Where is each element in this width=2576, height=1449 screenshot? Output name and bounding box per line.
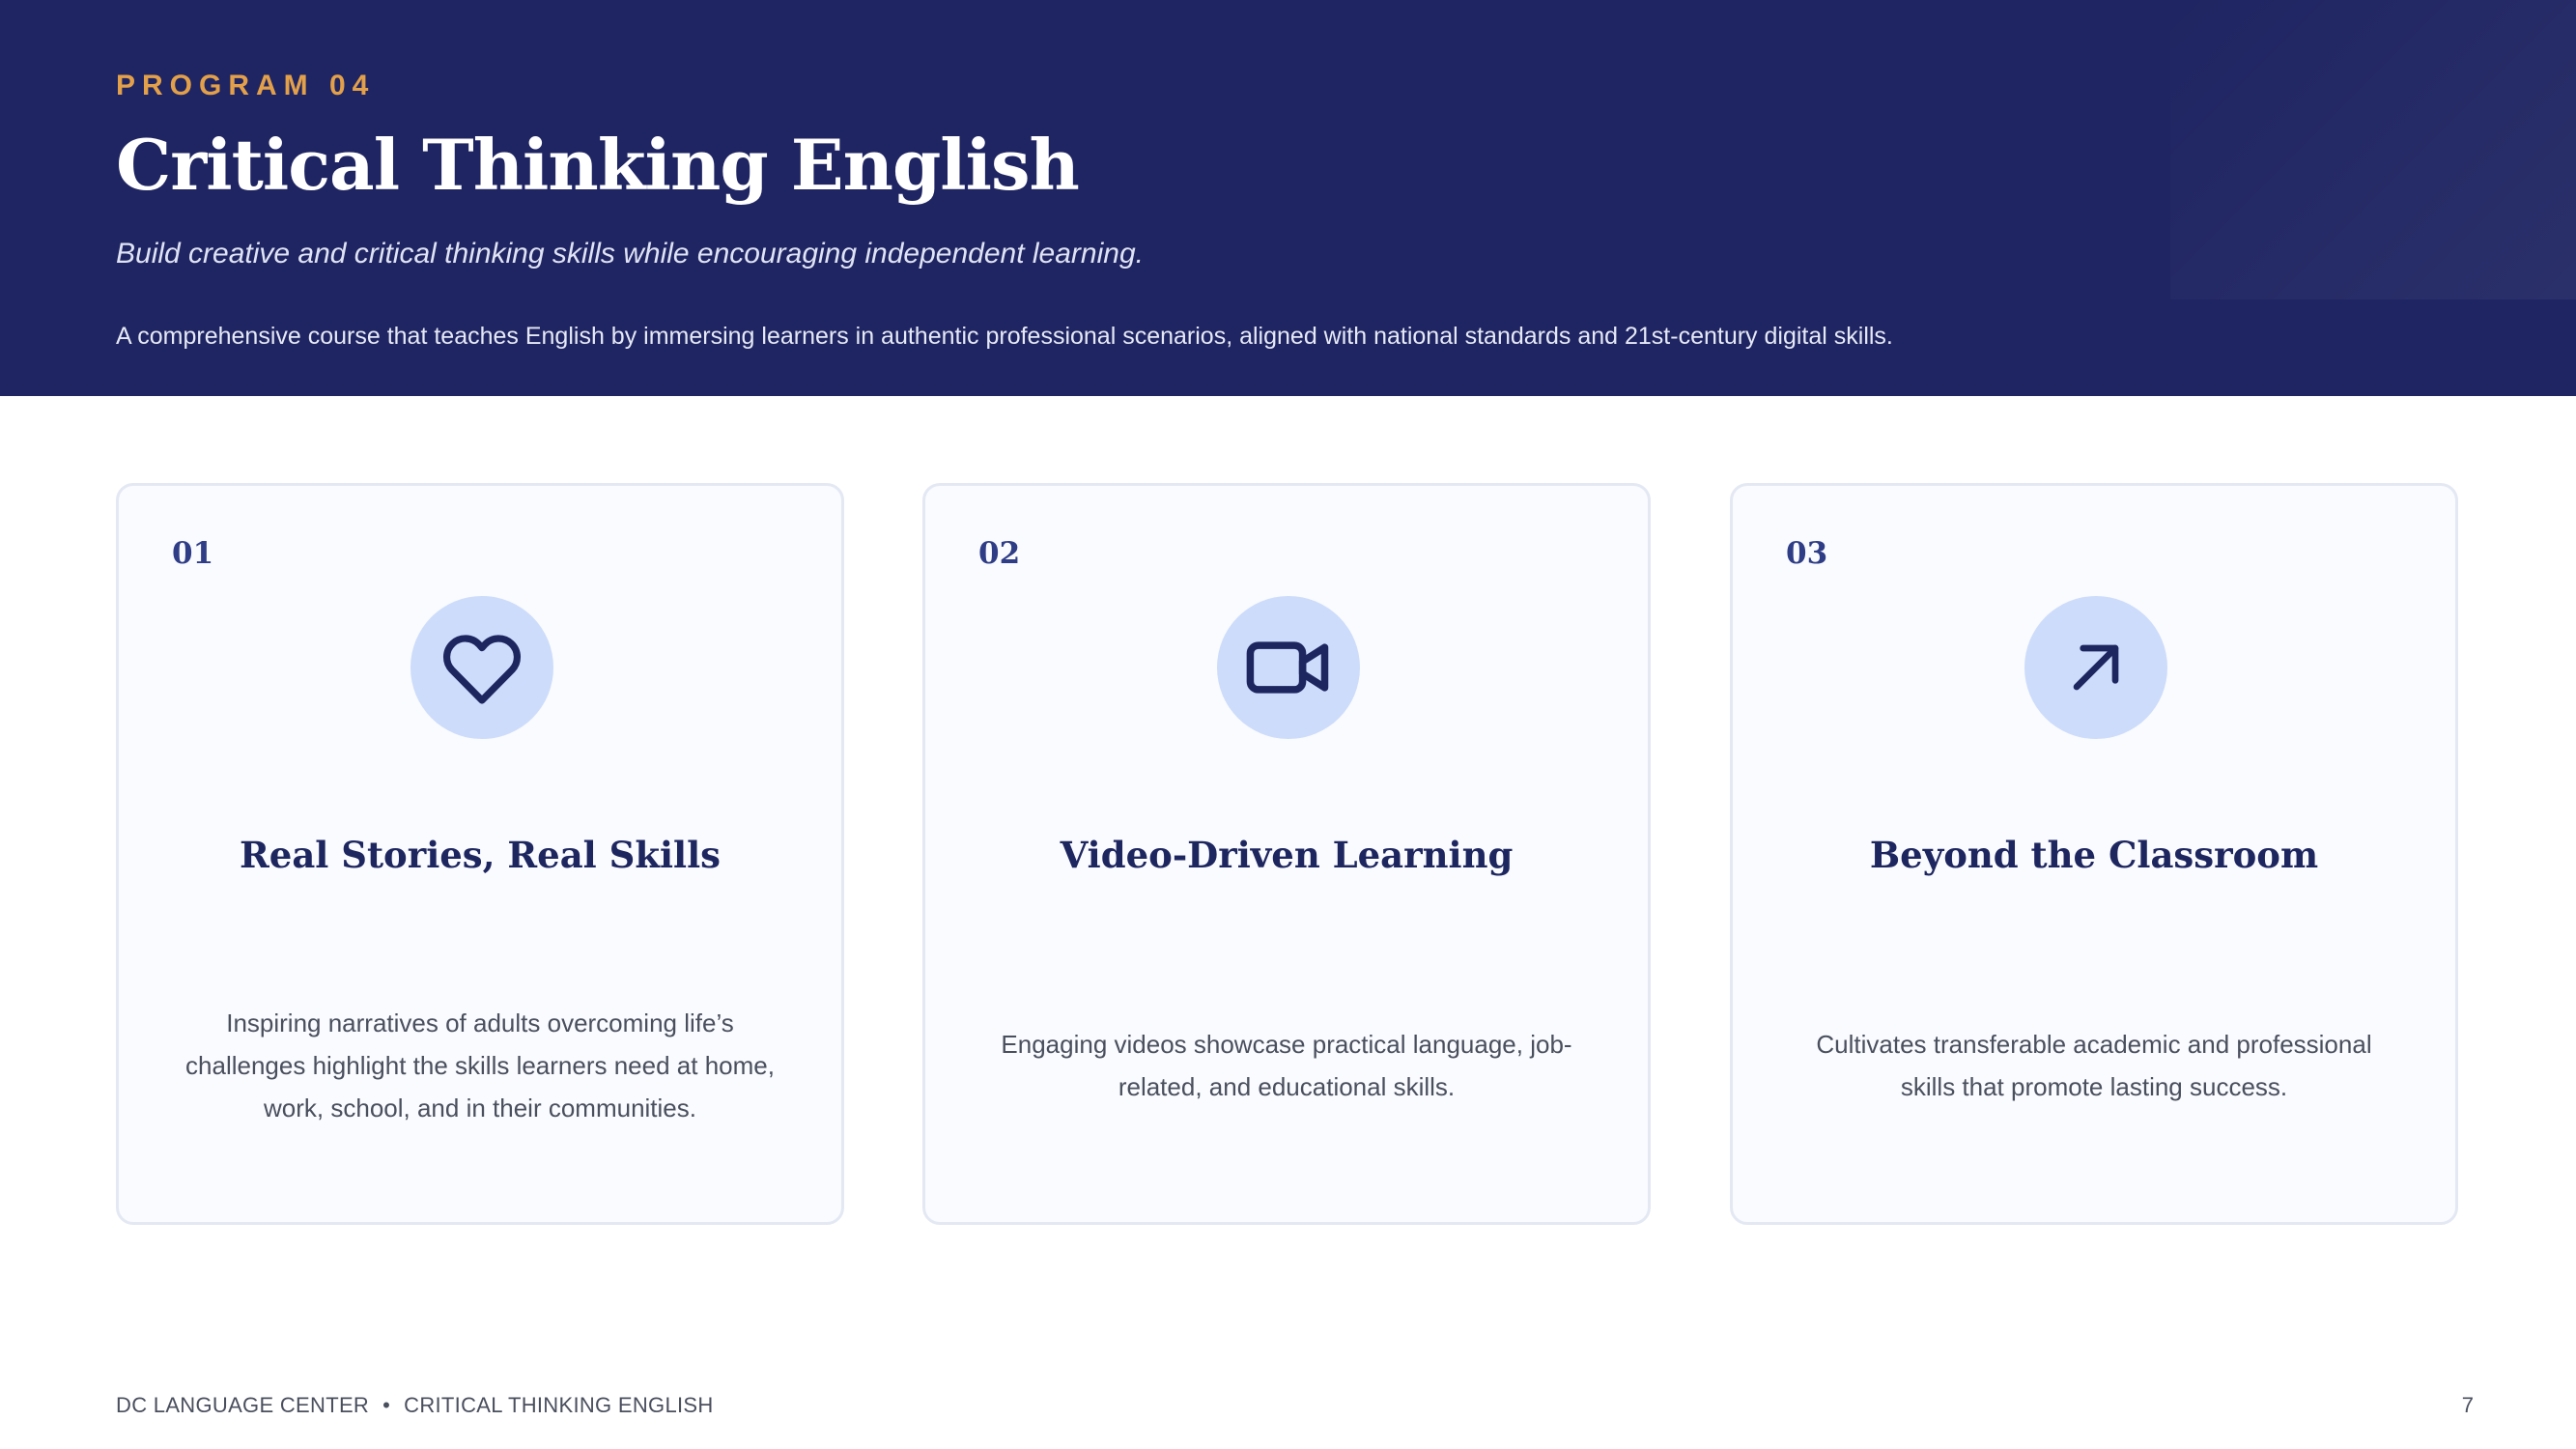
footer-breadcrumb: DC LANGUAGE CENTER • CRITICAL THINKING ENG… [116, 1393, 714, 1418]
icon-circle [1217, 596, 1360, 739]
card-title: Beyond the Classroom [1869, 834, 2319, 876]
heart-icon [442, 635, 522, 704]
page-title: Critical Thinking English [116, 124, 1080, 206]
video-camera-icon [1246, 641, 1329, 694]
icon-circle [410, 596, 553, 739]
card-description: Engaging videos showcase practical langu… [1001, 1030, 1572, 1101]
page-description: A comprehensive course that teaches Engl… [116, 323, 1893, 350]
card-description: Inspiring narratives of adults overcomin… [185, 1009, 775, 1122]
page-subtitle: Build creative and critical thinking ski… [116, 238, 1144, 270]
arrow-up-right-icon [2073, 644, 2119, 691]
feature-card-3: 03 Beyond the Classroom Cultivates trans… [1730, 483, 2458, 1225]
feature-card-1: 01 Real Stories, Real Skills Inspiring n… [116, 483, 844, 1225]
feature-card-2: 02 Video-Driven Learning Engaging videos… [922, 483, 1651, 1225]
header-decoration [2170, 0, 2576, 299]
header-banner: PROGRAM 04 Critical Thinking English Bui… [0, 0, 2576, 396]
footer-separator: • [382, 1393, 391, 1417]
card-text-container: Inspiring narratives of adults overcomin… [177, 969, 783, 1162]
card-title: Real Stories, Real Skills [240, 834, 721, 876]
page-number: 7 [2461, 1393, 2474, 1417]
card-number: 02 [978, 536, 1021, 571]
card-number: 01 [172, 536, 214, 571]
footer-org: DC LANGUAGE CENTER [116, 1393, 370, 1417]
program-label: PROGRAM 04 [116, 70, 376, 101]
card-number: 03 [1786, 536, 1828, 571]
card-text-container: Cultivates transferable academic and pro… [1791, 969, 2397, 1162]
card-text-container: Engaging videos showcase practical langu… [983, 969, 1590, 1162]
footer-course: CRITICAL THINKING ENGLISH [404, 1393, 714, 1417]
card-description: Cultivates transferable academic and pro… [1816, 1030, 2372, 1101]
icon-circle [2024, 596, 2167, 739]
card-title: Video-Driven Learning [1060, 834, 1514, 876]
